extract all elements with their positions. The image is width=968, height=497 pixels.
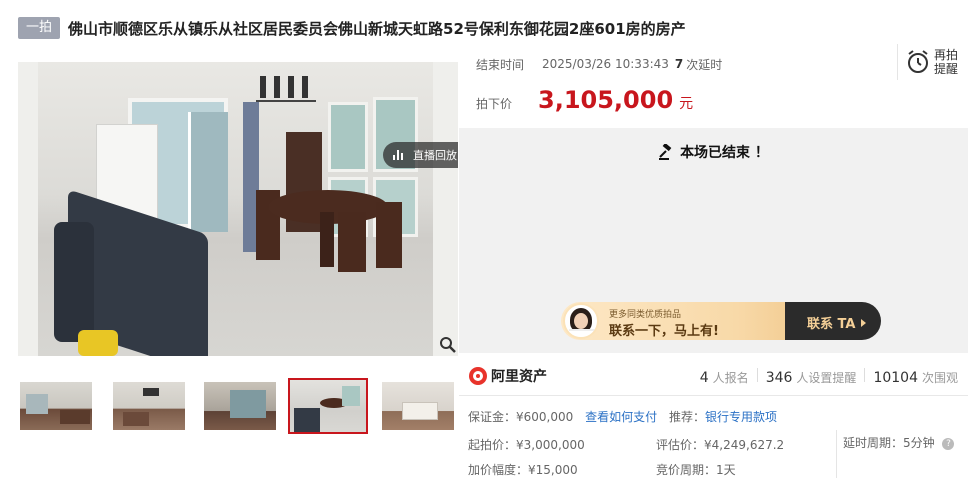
delay-suffix: 次延时 (686, 57, 723, 72)
title-bar: 一拍 佛山市顺德区乐从镇乐从社区居民委员会佛山新城天虹路52号保利东御花园2座6… (18, 16, 686, 40)
deposit-label: 保证金： (468, 410, 517, 424)
live-replay-button[interactable]: 直播回放 › (383, 142, 458, 168)
remind-button[interactable]: 再拍 提醒 (897, 44, 959, 80)
photo-glass-panel (328, 102, 368, 172)
views-count: 10104 (873, 370, 918, 386)
photo-chandelier (256, 62, 316, 102)
page-title: 佛山市顺德区乐从镇乐从社区居民委员会佛山新城天虹路52号保利东御花园2座601房… (68, 19, 686, 38)
deposit-value: ¥600,000 (516, 410, 574, 424)
start-price-row: 起拍价：¥3,000,000 (468, 436, 585, 453)
reminders-count: 346 (765, 370, 793, 386)
photo-chair (338, 212, 366, 272)
bid-period-value: 1天 (716, 463, 736, 477)
final-price-row: 拍下价 3,105,000 元 (476, 86, 693, 116)
start-price-label: 起拍价： (468, 438, 517, 452)
zoom-icon[interactable] (439, 336, 457, 354)
end-time-value: 2025/03/26 10:33:43 (542, 57, 669, 71)
contact-banner-subtitle: 更多同类优质拍品 (609, 310, 682, 320)
divider (836, 430, 837, 478)
final-price-label: 拍下价 (476, 97, 513, 111)
gavel-icon (659, 144, 672, 160)
signups-label: 人报名 (712, 371, 749, 385)
increment-row: 加价幅度：¥15,000 (468, 461, 578, 478)
remind-label: 再拍 提醒 (934, 48, 958, 76)
delay-count: 7 (674, 57, 684, 71)
remind-label-line1: 再拍 (934, 48, 959, 62)
reminders-label: 人设置提醒 (796, 371, 857, 385)
final-price-unit: 元 (679, 96, 694, 112)
alarm-clock-icon (908, 50, 928, 73)
thumbnail[interactable] (380, 380, 456, 432)
photo-yellow-cloth (78, 330, 118, 356)
delay-period-label: 延时周期： (843, 436, 904, 450)
ali-assets-logo: 阿里资产 (469, 366, 547, 386)
stats-bar: 阿里资产 4 人报名 346 人设置提醒 10104 次围观 (459, 356, 968, 396)
bank-payment-link[interactable]: 银行专用款项 (705, 410, 777, 424)
photo-sofa-back (54, 222, 94, 342)
photo-chair (376, 202, 402, 268)
recommend-label: 推荐： (668, 410, 705, 424)
divider (756, 368, 758, 382)
end-time-row: 结束时间 2025/03/26 10:33:43 7 次延时 (476, 56, 722, 72)
live-replay-label: 直播回放 (413, 149, 457, 162)
increment-value: ¥15,000 (528, 463, 578, 477)
delay-period-value: 5分钟 (903, 436, 935, 450)
appraisal-label: 评估价： (656, 438, 705, 452)
divider (864, 368, 866, 382)
thumbnail-strip (18, 378, 458, 434)
auction-type-badge: 一拍 (18, 17, 61, 39)
increment-label: 加价幅度： (468, 463, 529, 477)
deposit-row: 保证金：¥600,000 查看如何支付 推荐：银行专用款项 (468, 408, 777, 425)
bar-chart-icon (393, 150, 405, 160)
thumbnail[interactable] (111, 380, 187, 432)
brand-name: 阿里资产 (491, 369, 547, 385)
auction-ended-text: 本场已结束 ！ (680, 145, 769, 161)
contact-banner[interactable]: 更多同类优质拍品 联系一下，马上有! 联系 TA (561, 302, 881, 340)
remind-label-line2: 提醒 (934, 62, 959, 76)
photo-window-door (188, 112, 228, 232)
triangle-right-icon (861, 318, 867, 327)
help-icon[interactable]: ? (942, 437, 955, 450)
contact-ta-button[interactable]: 联系 TA (807, 313, 867, 332)
thumbnail-active[interactable] (288, 378, 368, 434)
appraisal-value: ¥4,249,627.2 (704, 438, 785, 452)
delay-period-row: 延时周期：5分钟 ? (843, 434, 955, 451)
status-panel: 本场已结束 ！ 更多同类优质拍品 联系一下，马上有! 联系 TA (459, 128, 968, 353)
contact-banner-main: 联系一下，马上有! (609, 324, 719, 339)
auction-stats: 4 人报名 346 人设置提醒 10104 次围观 (700, 368, 958, 386)
property-photo (38, 62, 433, 356)
avatar (563, 303, 599, 339)
photo-table-leg (320, 212, 334, 267)
thumbnail[interactable] (18, 380, 94, 432)
start-price-value: ¥3,000,000 (516, 438, 585, 452)
end-time-label: 结束时间 (476, 57, 525, 72)
bid-period-label: 竞价周期： (656, 463, 717, 477)
ali-logo-icon (469, 367, 487, 385)
appraisal-row: 评估价：¥4,249,627.2 (656, 436, 784, 453)
auction-ended-notice: 本场已结束 ！ (459, 142, 968, 162)
bid-period-row: 竞价周期：1天 (656, 461, 736, 478)
how-to-pay-link[interactable]: 查看如何支付 (585, 410, 657, 424)
contact-ta-label: 联系 TA (807, 317, 856, 332)
main-photo[interactable]: 直播回放 › (18, 62, 458, 356)
signups-count: 4 (699, 370, 709, 386)
thumbnail[interactable] (202, 380, 278, 432)
views-label: 次围观 (921, 371, 958, 385)
final-price-value: 3,105,000 (538, 86, 674, 114)
